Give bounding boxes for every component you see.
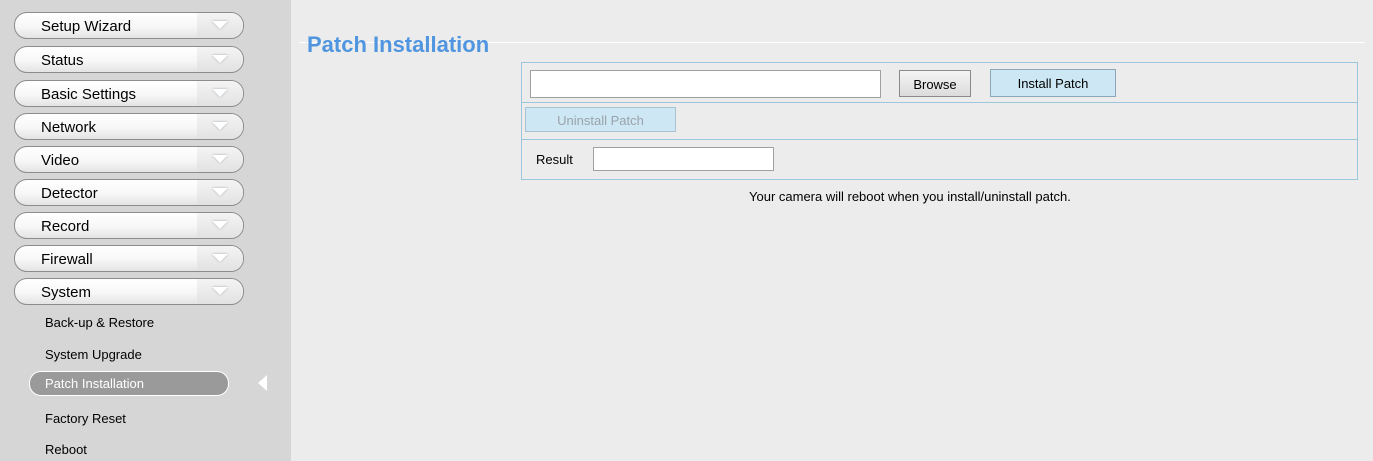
chevron-down-icon	[197, 279, 243, 304]
chevron-down-icon	[197, 180, 243, 205]
chevron-down-icon	[197, 81, 243, 106]
install-patch-button[interactable]: Install Patch	[990, 69, 1116, 97]
sidebar: Setup Wizard Status Basic Settings Netwo…	[0, 0, 291, 461]
menu-record[interactable]: Record	[14, 212, 244, 239]
menu-label: Detector	[41, 185, 98, 202]
menu-label: Network	[41, 119, 97, 136]
file-path-field[interactable]	[530, 70, 881, 98]
row-divider	[522, 102, 1357, 103]
page-title: Patch Installation	[307, 32, 490, 57]
result-field	[593, 147, 774, 171]
chevron-down-icon	[197, 13, 243, 38]
menu-system[interactable]: System	[14, 278, 244, 305]
chevron-down-icon	[197, 147, 243, 172]
menu-label: Setup Wizard	[41, 18, 132, 35]
menu-setup-wizard[interactable]: Setup Wizard	[14, 12, 244, 39]
chevron-down-icon	[197, 47, 243, 72]
chevron-down-icon	[197, 213, 243, 238]
sub-item-reboot[interactable]: Reboot	[45, 442, 87, 457]
menu-basic-settings[interactable]: Basic Settings	[14, 80, 244, 107]
menu-detector[interactable]: Detector	[14, 179, 244, 206]
chevron-down-icon	[197, 246, 243, 271]
browse-button[interactable]: Browse	[899, 70, 971, 97]
menu-status[interactable]: Status	[14, 46, 244, 73]
sub-item-system-upgrade[interactable]: System Upgrade	[45, 347, 142, 362]
menu-label: Status	[41, 52, 84, 69]
result-label: Result	[536, 152, 573, 167]
menu-network[interactable]: Network	[14, 113, 244, 140]
menu-label: Firewall	[41, 251, 93, 268]
sub-item-backup-restore[interactable]: Back-up & Restore	[45, 315, 154, 330]
patch-form: Browse Install Patch Uninstall Patch Res…	[521, 62, 1358, 180]
uninstall-patch-button[interactable]: Uninstall Patch	[525, 107, 676, 132]
menu-label: Basic Settings	[41, 86, 137, 103]
reboot-note: Your camera will reboot when you install…	[749, 189, 1071, 204]
menu-label: Record	[41, 218, 90, 235]
selected-indicator-icon	[258, 375, 267, 391]
sub-item-factory-reset[interactable]: Factory Reset	[45, 411, 126, 426]
sub-item-patch-installation[interactable]: Patch Installation	[29, 371, 229, 396]
chevron-down-icon	[197, 114, 243, 139]
menu-video[interactable]: Video	[14, 146, 244, 173]
menu-label: System	[41, 284, 92, 301]
row-divider	[522, 139, 1357, 140]
menu-firewall[interactable]: Firewall	[14, 245, 244, 272]
menu-label: Video	[41, 152, 80, 169]
